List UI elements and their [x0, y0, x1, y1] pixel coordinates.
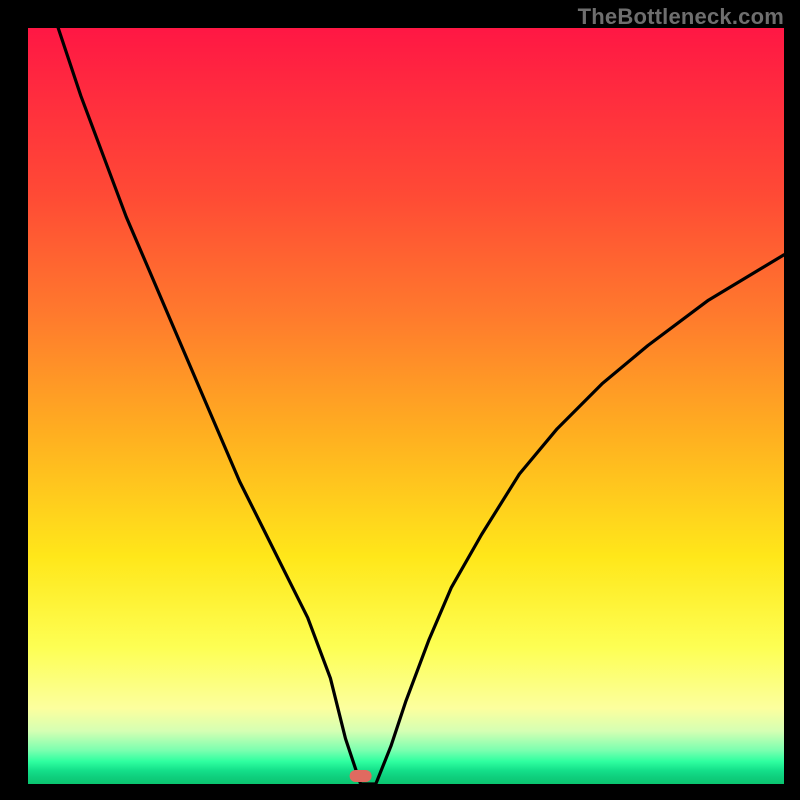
chart-frame: TheBottleneck.com — [0, 0, 800, 800]
optimum-marker — [350, 770, 372, 782]
chart-svg — [28, 28, 784, 784]
plot-area — [28, 28, 784, 784]
bottleneck-curve — [58, 28, 784, 784]
watermark-text: TheBottleneck.com — [578, 4, 784, 30]
